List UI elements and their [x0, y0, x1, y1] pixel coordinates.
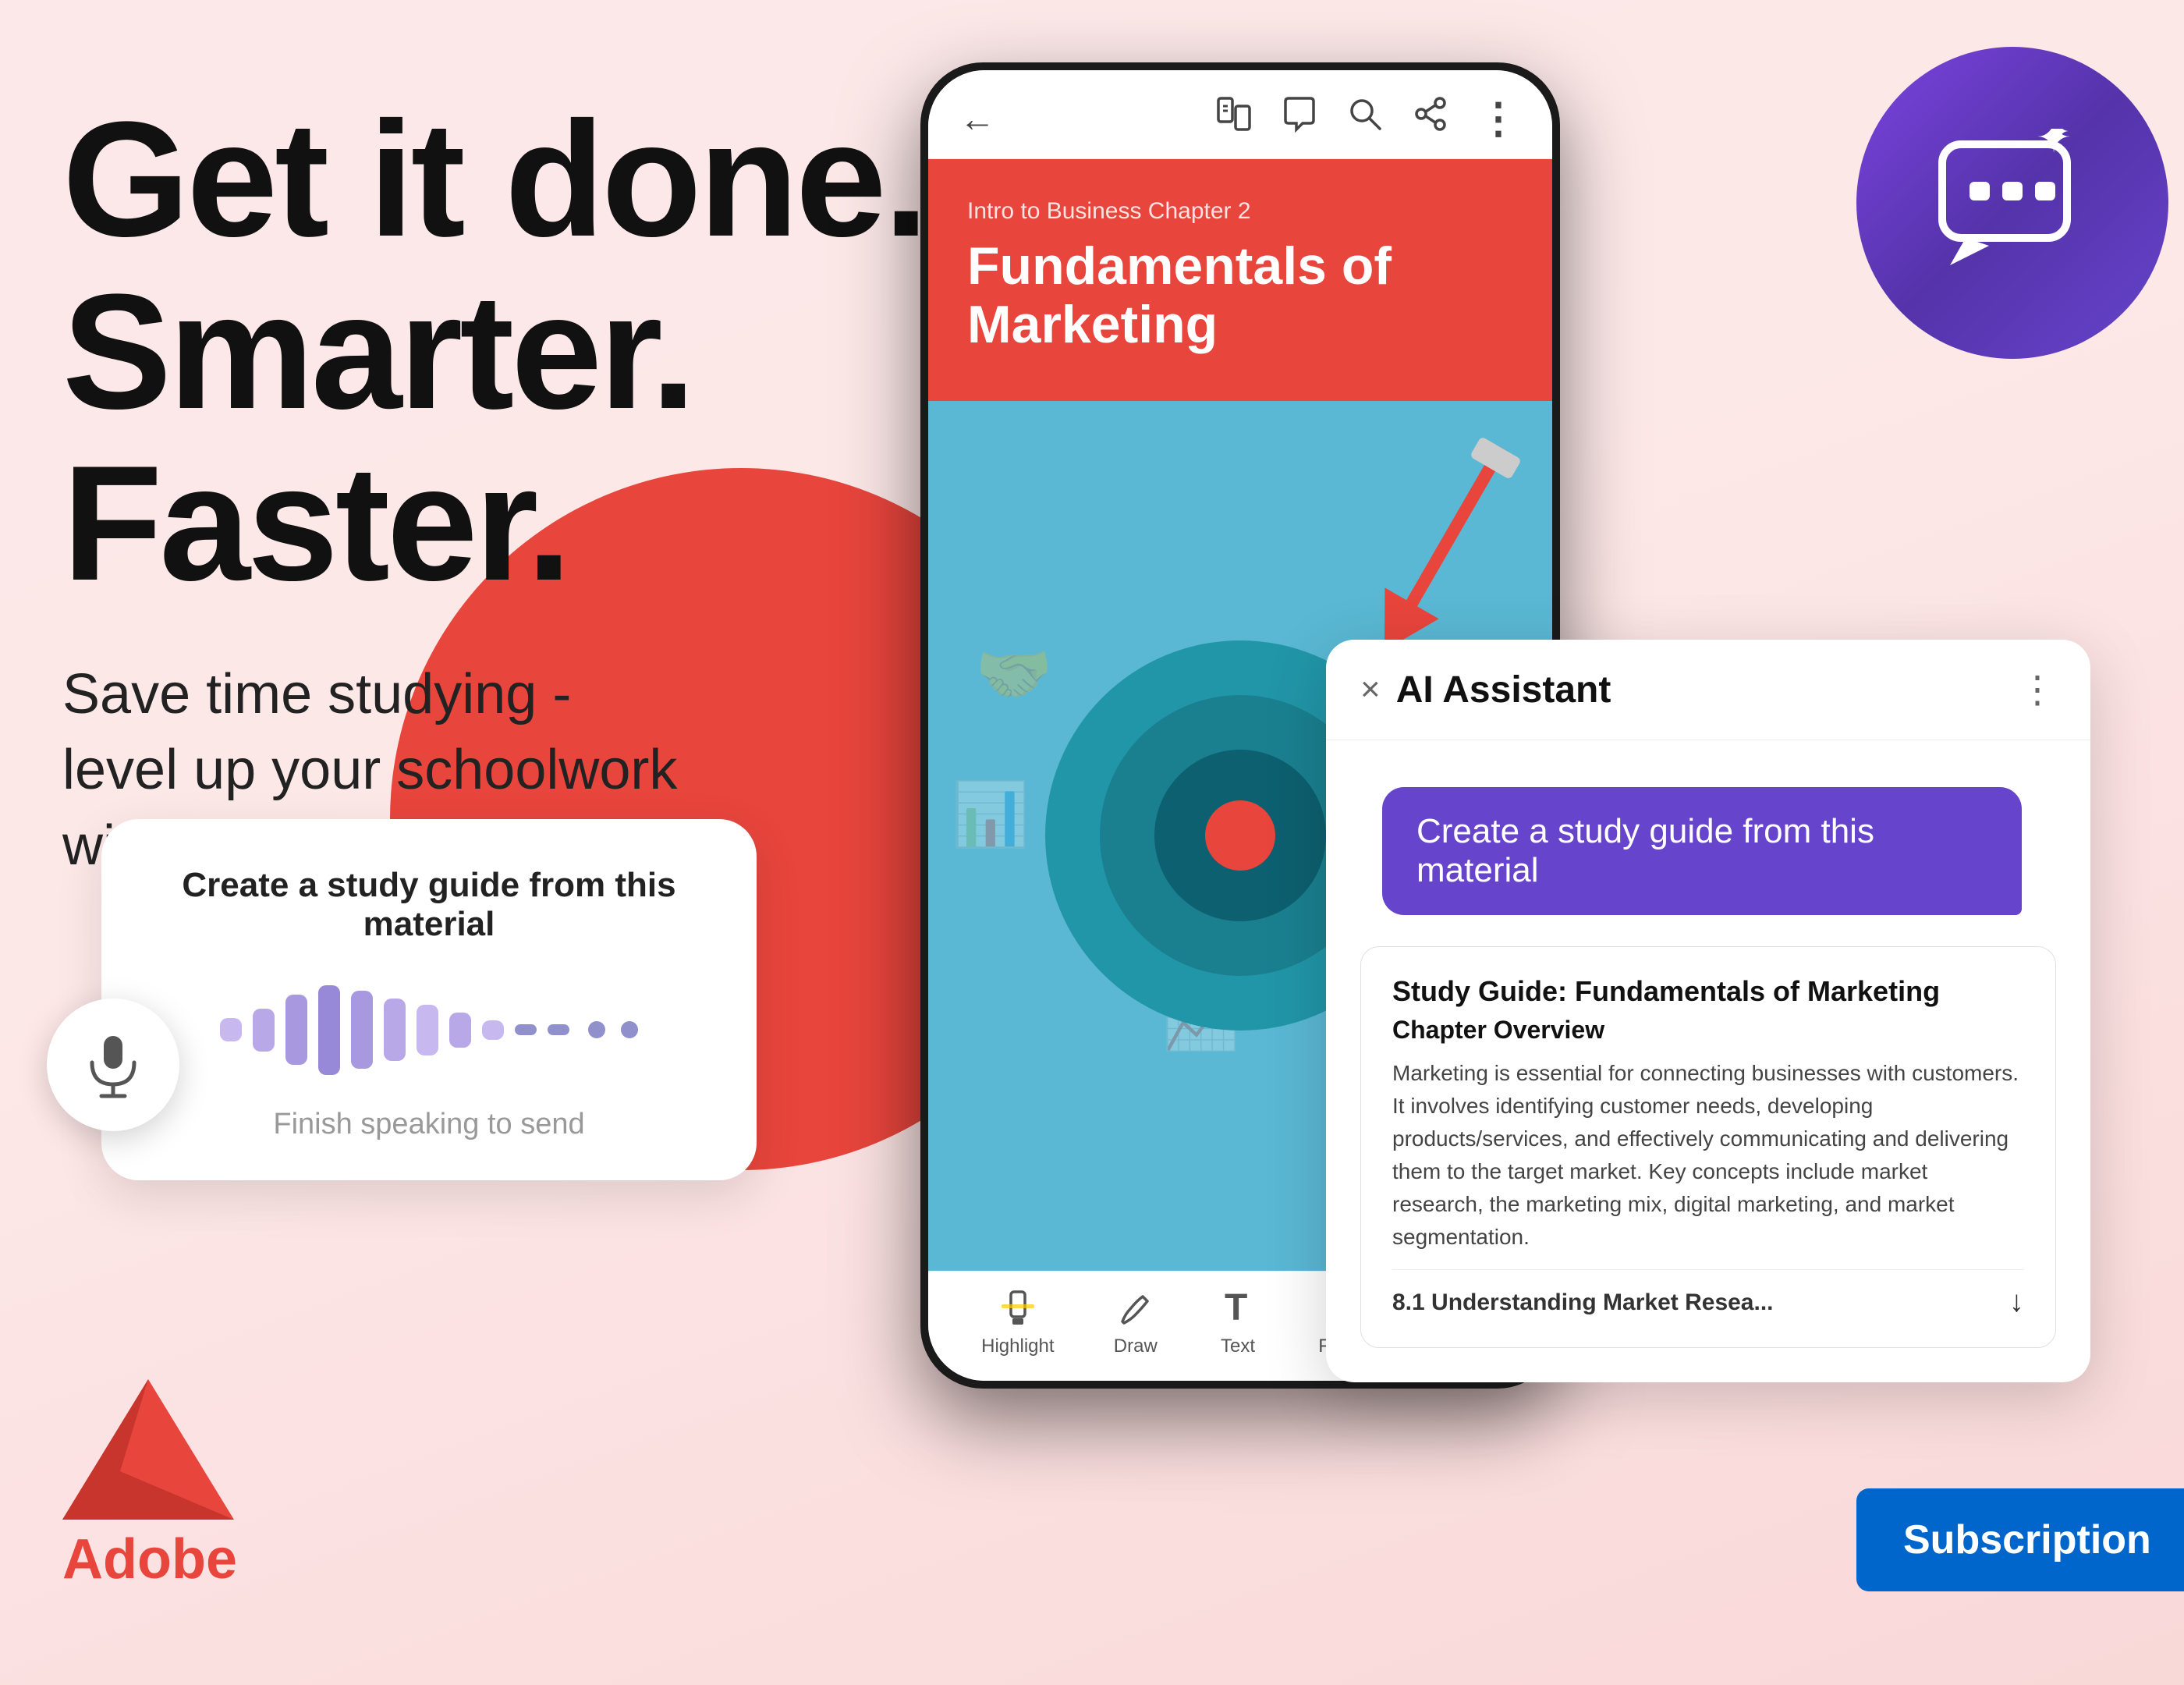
waveform-dot: [588, 1021, 605, 1038]
back-icon[interactable]: ←: [959, 98, 995, 140]
subscription-button[interactable]: Subscription: [1856, 1488, 2184, 1591]
svg-text:📊: 📊: [952, 779, 1030, 850]
headline: Get it done. Smarter. Faster.: [62, 94, 998, 610]
svg-text:T: T: [1225, 1287, 1247, 1328]
bookmarks-icon[interactable]: [1215, 95, 1253, 141]
ai-chat-icon: ✦ ✦: [1927, 129, 2098, 277]
share-icon[interactable]: [1412, 95, 1449, 141]
text-icon: T: [1217, 1287, 1259, 1329]
headline-line2: Smarter. Faster.: [62, 266, 998, 610]
study-guide-chapter-label: Chapter Overview: [1392, 1016, 2024, 1045]
study-guide-card: Study Guide: Fundamentals of Marketing C…: [1360, 946, 2056, 1348]
ai-assistant-panel: × AI Assistant ⋮ Create a study guide fr…: [1326, 640, 2090, 1382]
study-guide-body: Marketing is essential for connecting bu…: [1392, 1057, 2024, 1254]
highlight-label: Highlight: [981, 1336, 1054, 1357]
ai-panel-header-left: × AI Assistant: [1360, 669, 1611, 711]
book-chapter: Intro to Business Chapter 2: [967, 198, 1513, 225]
waveform-bar: [285, 995, 307, 1065]
draw-label: Draw: [1114, 1336, 1158, 1357]
adobe-logo-icon: [62, 1379, 234, 1520]
waveform-bar: [220, 1018, 242, 1041]
book-cover: Intro to Business Chapter 2 Fundamentals…: [928, 159, 1552, 401]
left-section: Get it done. Smarter. Faster. Save time …: [62, 94, 998, 884]
adobe-section: Adobe: [62, 1379, 237, 1591]
svg-text:✦: ✦: [2050, 129, 2069, 145]
microphone-button[interactable]: [47, 999, 179, 1131]
text-tool[interactable]: T Text: [1217, 1287, 1259, 1357]
headline-line1: Get it done.: [62, 94, 998, 266]
study-guide-link[interactable]: 8.1 Understanding Market Resea... ↓: [1392, 1269, 2024, 1319]
ai-panel-title: AI Assistant: [1396, 669, 1611, 711]
voice-card: Create a study guide from this material …: [101, 819, 757, 1180]
mic-icon: [78, 1030, 148, 1100]
subtitle-line1: Save time studying -: [62, 657, 998, 733]
waveform-bar: [417, 1005, 438, 1055]
phone-topbar: ← ⋮: [928, 70, 1552, 159]
waveform-bar: [384, 999, 406, 1061]
subtitle-line2: level up your schoolwork: [62, 733, 998, 808]
target-center: [1205, 800, 1275, 871]
highlight-icon: [997, 1287, 1039, 1329]
waveform-bar: [253, 1009, 275, 1052]
adobe-label: Adobe: [62, 1527, 237, 1591]
target-inner-ring: [1154, 750, 1326, 921]
link-arrow-icon: ↓: [2009, 1286, 2024, 1319]
more-icon[interactable]: ⋮: [1477, 94, 1521, 143]
voice-card-hint: Finish speaking to send: [156, 1108, 702, 1141]
waveform-bar: [482, 1020, 504, 1040]
waveform-bar: [515, 1024, 537, 1035]
ai-panel-more-button[interactable]: ⋮: [2019, 668, 2056, 711]
comment-icon[interactable]: [1281, 95, 1318, 141]
voice-card-title: Create a study guide from this material: [156, 866, 702, 944]
waveform-bar: [548, 1024, 569, 1035]
waveform-dot: [621, 1021, 638, 1038]
text-label: Text: [1221, 1336, 1255, 1357]
draw-tool[interactable]: Draw: [1114, 1287, 1158, 1357]
study-guide-header: Study Guide: Fundamentals of Marketing: [1392, 975, 2024, 1008]
user-query-text: Create a study guide from this material: [1416, 812, 1987, 890]
svg-text:🤝: 🤝: [975, 639, 1053, 708]
draw-icon: [1115, 1287, 1157, 1329]
ai-circle-badge: ✦ ✦: [1856, 47, 2168, 359]
waveform: [156, 983, 702, 1077]
user-query-bubble: Create a study guide from this material: [1382, 787, 2022, 915]
waveform-bar: [351, 991, 373, 1069]
ai-close-button[interactable]: ×: [1360, 670, 1381, 709]
search-icon[interactable]: [1346, 95, 1384, 141]
ai-panel-header: × AI Assistant ⋮: [1326, 640, 2090, 740]
highlight-tool[interactable]: Highlight: [981, 1287, 1054, 1357]
topbar-icons: ⋮: [1215, 94, 1521, 143]
study-guide-link-text: 8.1 Understanding Market Resea...: [1392, 1289, 1774, 1316]
waveform-bar: [318, 985, 340, 1075]
waveform-bar: [449, 1013, 471, 1048]
book-title: Fundamentals of Marketing: [967, 237, 1513, 354]
